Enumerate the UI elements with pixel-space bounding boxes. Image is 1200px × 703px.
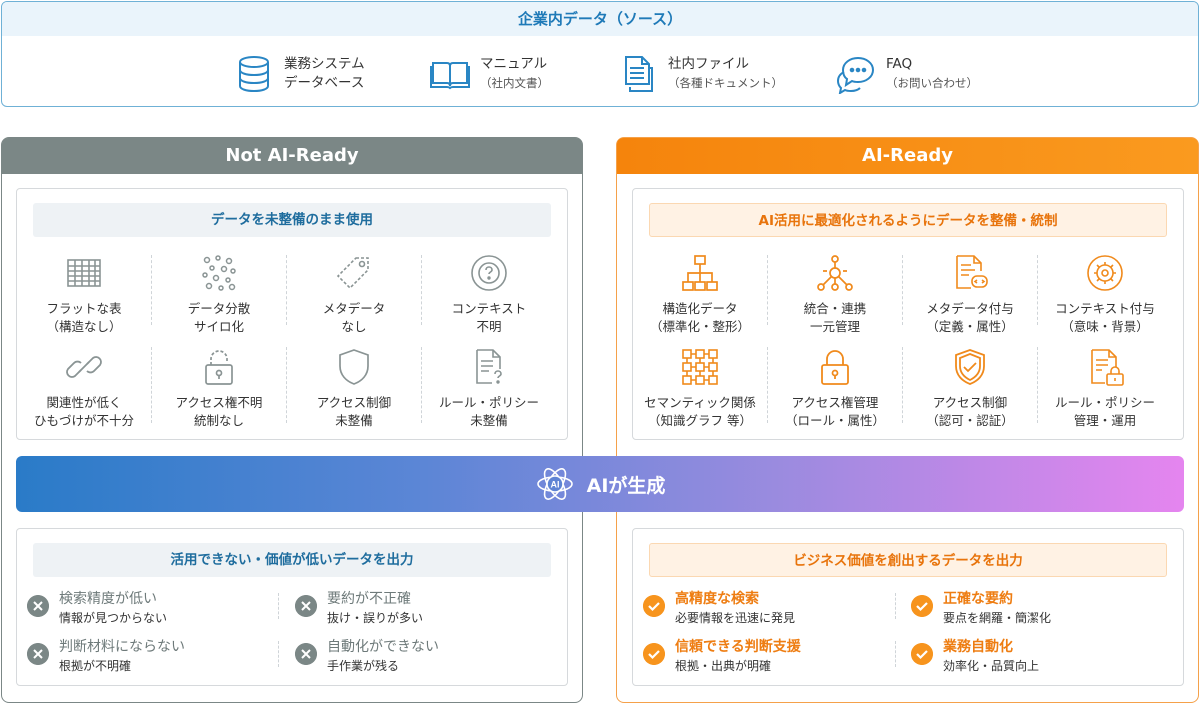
ready-input-title: AI活用に最適化されるようにデータを整備・統制	[649, 203, 1167, 237]
hierarchy-icon	[682, 255, 718, 291]
not-ready-item-rules: ルール・ポリシー 未整備	[424, 347, 554, 430]
not-ready-item-context: コンテキスト 不明	[424, 253, 554, 336]
not-ready-item-broken-link: 関連性が低く ひもづけが不十分	[19, 347, 149, 430]
sources-row: 業務システム データベース マニュアル （社内文書） 社内ファイル （各種ドキュ…	[2, 52, 1198, 96]
source-label: 社内ファイル	[668, 56, 749, 72]
shield-icon	[339, 349, 369, 385]
ready-output-item: 正確な要約 要点を網羅・簡潔化	[911, 589, 1051, 627]
not-ready-output-box: 活用できない・価値が低いデータを出力 検索精度が低い 情報が見つからない 要約が不…	[16, 528, 568, 686]
question-cycle-icon	[471, 255, 507, 291]
ready-output-title: ビジネス価値を創出するデータを出力	[649, 543, 1167, 577]
x-mark-icon	[27, 595, 49, 617]
not-ai-ready-header: Not AI-Ready	[2, 138, 582, 174]
ready-item-access-rights: アクセス権管理 （ロール・属性）	[770, 347, 900, 430]
ready-output-item: 高精度な検索 必要情報を迅速に発見	[643, 589, 795, 627]
ready-item-access-control: アクセス制御 （認可・認証）	[905, 347, 1035, 430]
data-sources-panel: 企業内データ（ソース） 業務システム データベース マニュアル （社内文書） 社…	[1, 1, 1199, 107]
not-ready-output-item: 検索精度が低い 情報が見つからない	[27, 589, 167, 627]
documents-icon	[625, 56, 653, 92]
x-mark-icon	[27, 643, 49, 665]
shield-check-icon	[955, 349, 985, 385]
not-ready-input-title: データを未整備のまま使用	[33, 203, 551, 237]
ai-generate-band: AI AIが生成	[16, 456, 1184, 512]
ready-output-box: ビジネス価値を創出するデータを出力 高精度な検索 必要情報を迅速に発見 正確な要約…	[632, 528, 1184, 686]
ai-atom-icon: AI	[536, 468, 573, 500]
ready-item-metadata: メタデータ付与 （定義・属性）	[905, 253, 1035, 336]
not-ready-output-title: 活用できない・価値が低いデータを出力	[33, 543, 551, 577]
lock-icon	[821, 350, 849, 385]
ai-ready-panel: AI-Ready AI活用に最適化されるようにデータを整備・統制 構造化データ …	[616, 137, 1199, 703]
sources-title: 企業内データ（ソース）	[2, 2, 1198, 36]
ready-item-integration: 統合・連携 一元管理	[770, 253, 900, 336]
ready-item-context: コンテキスト付与 （意味・背景）	[1040, 253, 1170, 336]
source-manual: マニュアル （社内文書）	[430, 52, 549, 96]
tag-icon	[336, 257, 369, 290]
ready-item-structured: 構造化データ （標準化・整形）	[635, 253, 765, 336]
x-mark-icon	[295, 595, 317, 617]
ready-item-semantic: セマンティック関係 （知識グラフ 等）	[635, 347, 765, 430]
integration-icon	[817, 255, 853, 291]
doc-question-icon	[476, 349, 502, 384]
ready-item-rules: ルール・ポリシー 管理・運用	[1040, 347, 1170, 430]
flat-table-icon	[67, 259, 101, 287]
source-label: FAQ	[886, 56, 913, 72]
check-mark-icon	[643, 595, 665, 617]
ready-input-box: AI活用に最適化されるようにデータを整備・統制 構造化データ （標準化・整形） …	[632, 188, 1184, 440]
ready-output-item: 信頼できる判断支援 根拠・出典が明確	[643, 637, 801, 675]
not-ai-ready-panel: Not AI-Ready データを未整備のまま使用 フラットな表 （構造なし）	[1, 137, 583, 703]
source-database: 業務システム データベース	[234, 52, 365, 96]
source-faq: FAQ （お問い合わせ）	[836, 52, 978, 96]
gear-cycle-icon	[1087, 255, 1123, 291]
manual-book-icon	[430, 62, 470, 90]
check-mark-icon	[911, 643, 933, 665]
not-ready-output-item: 要約が不正確 抜け・誤りが多い	[295, 589, 423, 627]
source-sublabel: （お問い合わせ）	[886, 76, 978, 90]
faq-chat-icon	[836, 56, 875, 94]
not-ready-item-scattered: データ分散 サイロ化	[154, 253, 284, 336]
broken-link-icon	[66, 356, 102, 378]
x-mark-icon	[295, 643, 317, 665]
not-ready-input-box: データを未整備のまま使用 フラットな表 （構造なし） データ分散 サイロ化 メタ…	[16, 188, 568, 440]
source-files: 社内ファイル （各種ドキュメント）	[618, 52, 783, 96]
knowledge-graph-icon	[682, 349, 718, 385]
source-sublabel: （社内文書）	[480, 76, 549, 90]
metadata-doc-icon	[956, 255, 988, 289]
ai-band-label: AIが生成	[586, 474, 666, 497]
not-ready-item-flat-table: フラットな表 （構造なし）	[19, 253, 149, 336]
source-sublabel: （各種ドキュメント）	[668, 76, 783, 90]
not-ready-item-access-control: アクセス制御 未整備	[289, 347, 419, 430]
not-ready-output-item: 判断材料にならない 根拠が不明確	[27, 637, 185, 675]
ready-output-item: 業務自動化 効率化・品質向上	[911, 637, 1039, 675]
check-mark-icon	[643, 643, 665, 665]
scattered-dots-icon	[202, 255, 236, 291]
not-ready-output-item: 自動化ができない 手作業が残る	[295, 637, 439, 675]
svg-text:AI: AI	[550, 480, 559, 490]
not-ready-item-metadata: メタデータ なし	[289, 253, 419, 336]
database-icon	[239, 56, 269, 93]
source-label: マニュアル	[480, 56, 548, 72]
ai-ready-header: AI-Ready	[617, 138, 1198, 174]
source-sublabel: データベース	[284, 75, 365, 91]
check-mark-icon	[911, 595, 933, 617]
not-ready-item-access-rights: アクセス権不明 統制なし	[154, 347, 284, 430]
open-lock-icon	[205, 350, 233, 385]
doc-lock-icon	[1091, 349, 1124, 386]
source-label: 業務システム	[284, 56, 365, 72]
